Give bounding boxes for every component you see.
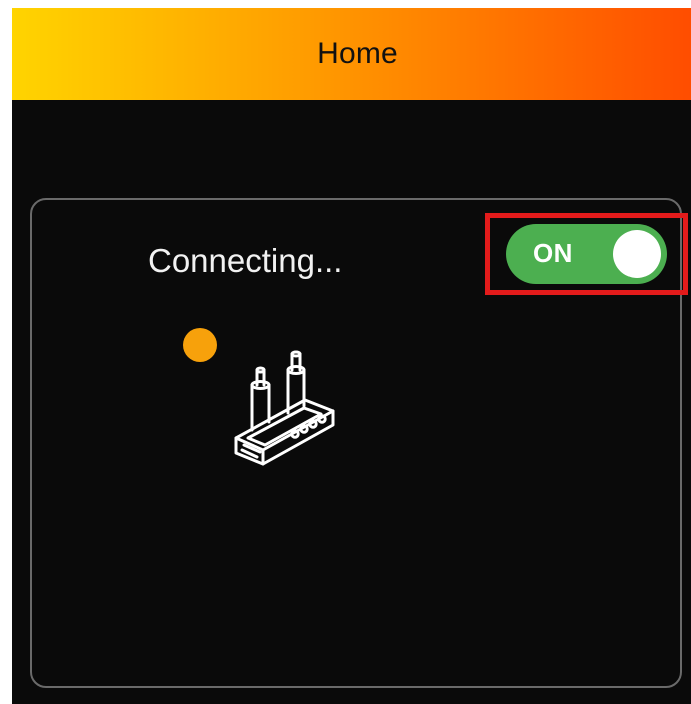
toggle-label: ON [533,238,573,268]
page-title: Home [317,37,398,70]
router-icon [202,350,362,500]
connection-status-text: Connecting... [148,242,343,279]
power-toggle[interactable]: ON [506,224,667,284]
home-screen: Home Connecting... ON [12,8,691,704]
connection-card: Connecting... ON [30,198,688,688]
top-app-bar: Home [12,8,691,100]
toggle-knob[interactable] [613,230,661,278]
